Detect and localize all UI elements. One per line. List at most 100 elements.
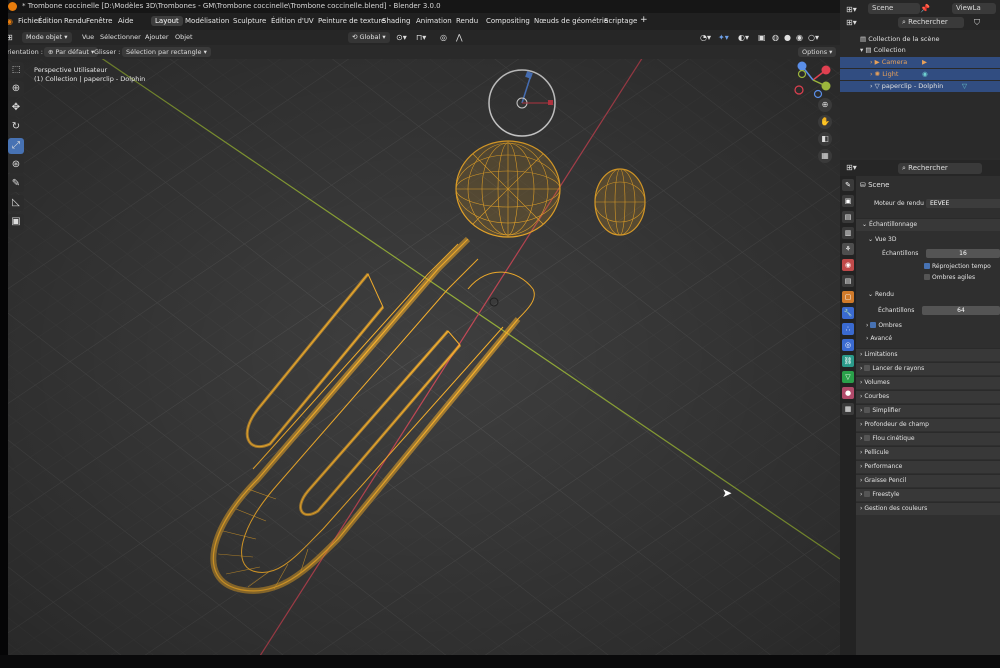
add-workspace-button[interactable]: +: [640, 15, 648, 25]
properties-search[interactable]: ⌕ Rechercher: [898, 163, 982, 174]
particles-tab-icon[interactable]: ∴: [842, 323, 854, 335]
section-ray-tracing[interactable]: › Lancer de rayons: [856, 362, 1000, 375]
subsection-viewport[interactable]: ⌄ Vue 3D: [868, 235, 896, 244]
pin-icon[interactable]: 📌: [920, 3, 930, 14]
pan-icon[interactable]: ✋: [818, 115, 832, 129]
annotate-icon[interactable]: ✎: [8, 176, 24, 192]
outliner-item-light[interactable]: › ✺ Light ◉: [840, 69, 1000, 80]
constraints-tab-icon[interactable]: ⛓: [842, 355, 854, 367]
section-film[interactable]: › Pellicule: [856, 446, 1000, 459]
rotate-icon[interactable]: ↻: [8, 119, 24, 135]
drag-dropdown[interactable]: Sélection par rectangle ▾: [122, 47, 211, 57]
outliner-item-camera[interactable]: › ▶ Camera ▶: [840, 57, 1000, 68]
orientation-dropdown[interactable]: ⊕ Par défaut ▾: [44, 47, 99, 57]
tab-animation[interactable]: Animation: [412, 16, 456, 26]
menu-edit[interactable]: Édition: [38, 17, 62, 25]
outliner-collection[interactable]: ▾ ▤ Collection: [840, 45, 1000, 56]
section-simplify[interactable]: › Simplifier: [856, 404, 1000, 417]
tab-scripting[interactable]: Scriptage: [600, 16, 641, 26]
reprojection-checkbox[interactable]: Réprojection tempo: [924, 262, 991, 271]
menu-render[interactable]: Rendu: [64, 17, 86, 25]
shading-solid-icon[interactable]: ●: [784, 32, 791, 43]
collection-tab-icon[interactable]: ▤: [842, 275, 854, 287]
tab-layout[interactable]: Layout: [151, 16, 183, 26]
tab-rendering[interactable]: Rendu: [452, 16, 482, 26]
3d-viewport[interactable]: [8, 59, 840, 655]
mode-dropdown[interactable]: Mode objet ▾: [22, 32, 72, 43]
scale-icon[interactable]: ⤢: [8, 138, 24, 154]
section-volumes[interactable]: › Volumes: [856, 376, 1000, 389]
outliner-search[interactable]: ⌕ Rechercher: [898, 17, 964, 28]
viewlayer-selector[interactable]: ViewLa: [952, 3, 996, 14]
tab-uv-editing[interactable]: Édition d'UV: [267, 16, 318, 26]
soft-shadows-checkbox[interactable]: Ombres agiles: [924, 273, 975, 282]
visibility-icon[interactable]: ◔▾: [700, 32, 711, 43]
move-icon[interactable]: ✥: [8, 100, 24, 116]
subsection-render[interactable]: ⌄ Rendu: [868, 290, 894, 299]
section-freestyle[interactable]: › Freestyle: [856, 488, 1000, 501]
proportional-edit-icon[interactable]: ◎: [440, 32, 447, 43]
shading-wireframe-icon[interactable]: ◍: [772, 32, 779, 43]
overlays-icon[interactable]: ◐▾: [738, 32, 749, 43]
outliner-item-paperclip[interactable]: › ▽ paperclip - Dolphin ▽: [840, 81, 1000, 92]
menu-help[interactable]: Aide: [118, 17, 133, 25]
render-engine-dropdown[interactable]: EEVEE: [926, 199, 1000, 208]
shading-material-icon[interactable]: ◉: [796, 32, 803, 43]
render-tab-icon[interactable]: ▣: [842, 195, 854, 207]
menu-select[interactable]: Sélectionner: [100, 32, 141, 43]
zoom-icon[interactable]: ⊕: [818, 98, 832, 112]
output-tab-icon[interactable]: ▤: [842, 211, 854, 223]
cursor-icon[interactable]: ⊕: [8, 81, 24, 97]
viewport-samples-field[interactable]: 16: [926, 249, 1000, 258]
render-samples-field[interactable]: 64: [922, 306, 1000, 315]
gizmo-icon[interactable]: ✦▾: [718, 32, 729, 43]
tab-shading[interactable]: Shading: [378, 16, 414, 26]
section-grease-pencil[interactable]: › Graisse Pencil: [856, 474, 1000, 487]
scene-selector[interactable]: Scene: [868, 3, 920, 14]
data-tab-icon[interactable]: ▽: [842, 371, 854, 383]
transform-orientation-dropdown[interactable]: ⟲ Global ▾: [348, 32, 390, 43]
funnel-icon[interactable]: ⛉: [974, 17, 980, 28]
camera-view-icon[interactable]: ◧: [818, 132, 832, 146]
pivot-icon[interactable]: ⊙▾: [396, 32, 407, 43]
select-box-icon[interactable]: ⬚: [8, 62, 24, 78]
properties-editor-icon[interactable]: ⊞▾: [846, 163, 857, 172]
physics-tab-icon[interactable]: ◎: [842, 339, 854, 351]
navigation-gizmo[interactable]: [790, 60, 836, 100]
options-button[interactable]: Options ▾: [798, 47, 837, 57]
scene-tab-icon[interactable]: ⚘: [842, 243, 854, 255]
section-curves[interactable]: › Courbes: [856, 390, 1000, 403]
tab-sculpting[interactable]: Sculpture: [229, 16, 270, 26]
section-color-management[interactable]: › Gestion des couleurs: [856, 502, 1000, 515]
menu-add[interactable]: Ajouter: [145, 32, 169, 43]
world-tab-icon[interactable]: ◉: [842, 259, 854, 271]
falloff-icon[interactable]: ⋀: [456, 32, 463, 43]
measure-icon[interactable]: ◺: [8, 195, 24, 211]
ortho-toggle-icon[interactable]: ▦: [818, 149, 832, 163]
scene-selector-icon[interactable]: ⊞▾: [846, 4, 857, 15]
menu-window[interactable]: Fenêtre: [86, 17, 112, 25]
view-layer-tab-icon[interactable]: ▥: [842, 227, 854, 239]
texture-tab-icon[interactable]: ▦: [842, 403, 854, 415]
tab-compositing[interactable]: Compositing: [482, 16, 534, 26]
add-cube-icon[interactable]: ▣: [8, 214, 24, 230]
section-performance[interactable]: › Performance: [856, 460, 1000, 473]
section-sampling[interactable]: ⌄ Échantillonnage: [856, 218, 1000, 231]
outliner-scene-collection[interactable]: ▤ Collection de la scène: [840, 34, 1000, 45]
section-limitations[interactable]: › Limitations: [856, 348, 1000, 361]
menu-object[interactable]: Objet: [175, 32, 193, 43]
modifier-tab-icon[interactable]: 🔧: [842, 307, 854, 319]
section-depth-of-field[interactable]: › Profondeur de champ: [856, 418, 1000, 431]
xray-icon[interactable]: ▣: [758, 32, 766, 43]
shadows-panel[interactable]: › Ombres: [866, 321, 902, 330]
tab-modeling[interactable]: Modélisation: [181, 16, 233, 26]
object-tab-icon[interactable]: ▢: [842, 291, 854, 303]
material-tab-icon[interactable]: ●: [842, 387, 854, 399]
menu-view[interactable]: Vue: [82, 32, 94, 43]
section-motion-blur[interactable]: › Flou cinétique: [856, 432, 1000, 445]
tool-tab-icon[interactable]: ✎: [842, 179, 854, 191]
outliner-filter-icon[interactable]: ⊞▾: [846, 17, 857, 28]
shading-rendered-icon[interactable]: ○▾: [808, 32, 819, 43]
transform-icon[interactable]: ⊛: [8, 157, 24, 173]
snap-icon[interactable]: ⊓▾: [416, 32, 426, 43]
